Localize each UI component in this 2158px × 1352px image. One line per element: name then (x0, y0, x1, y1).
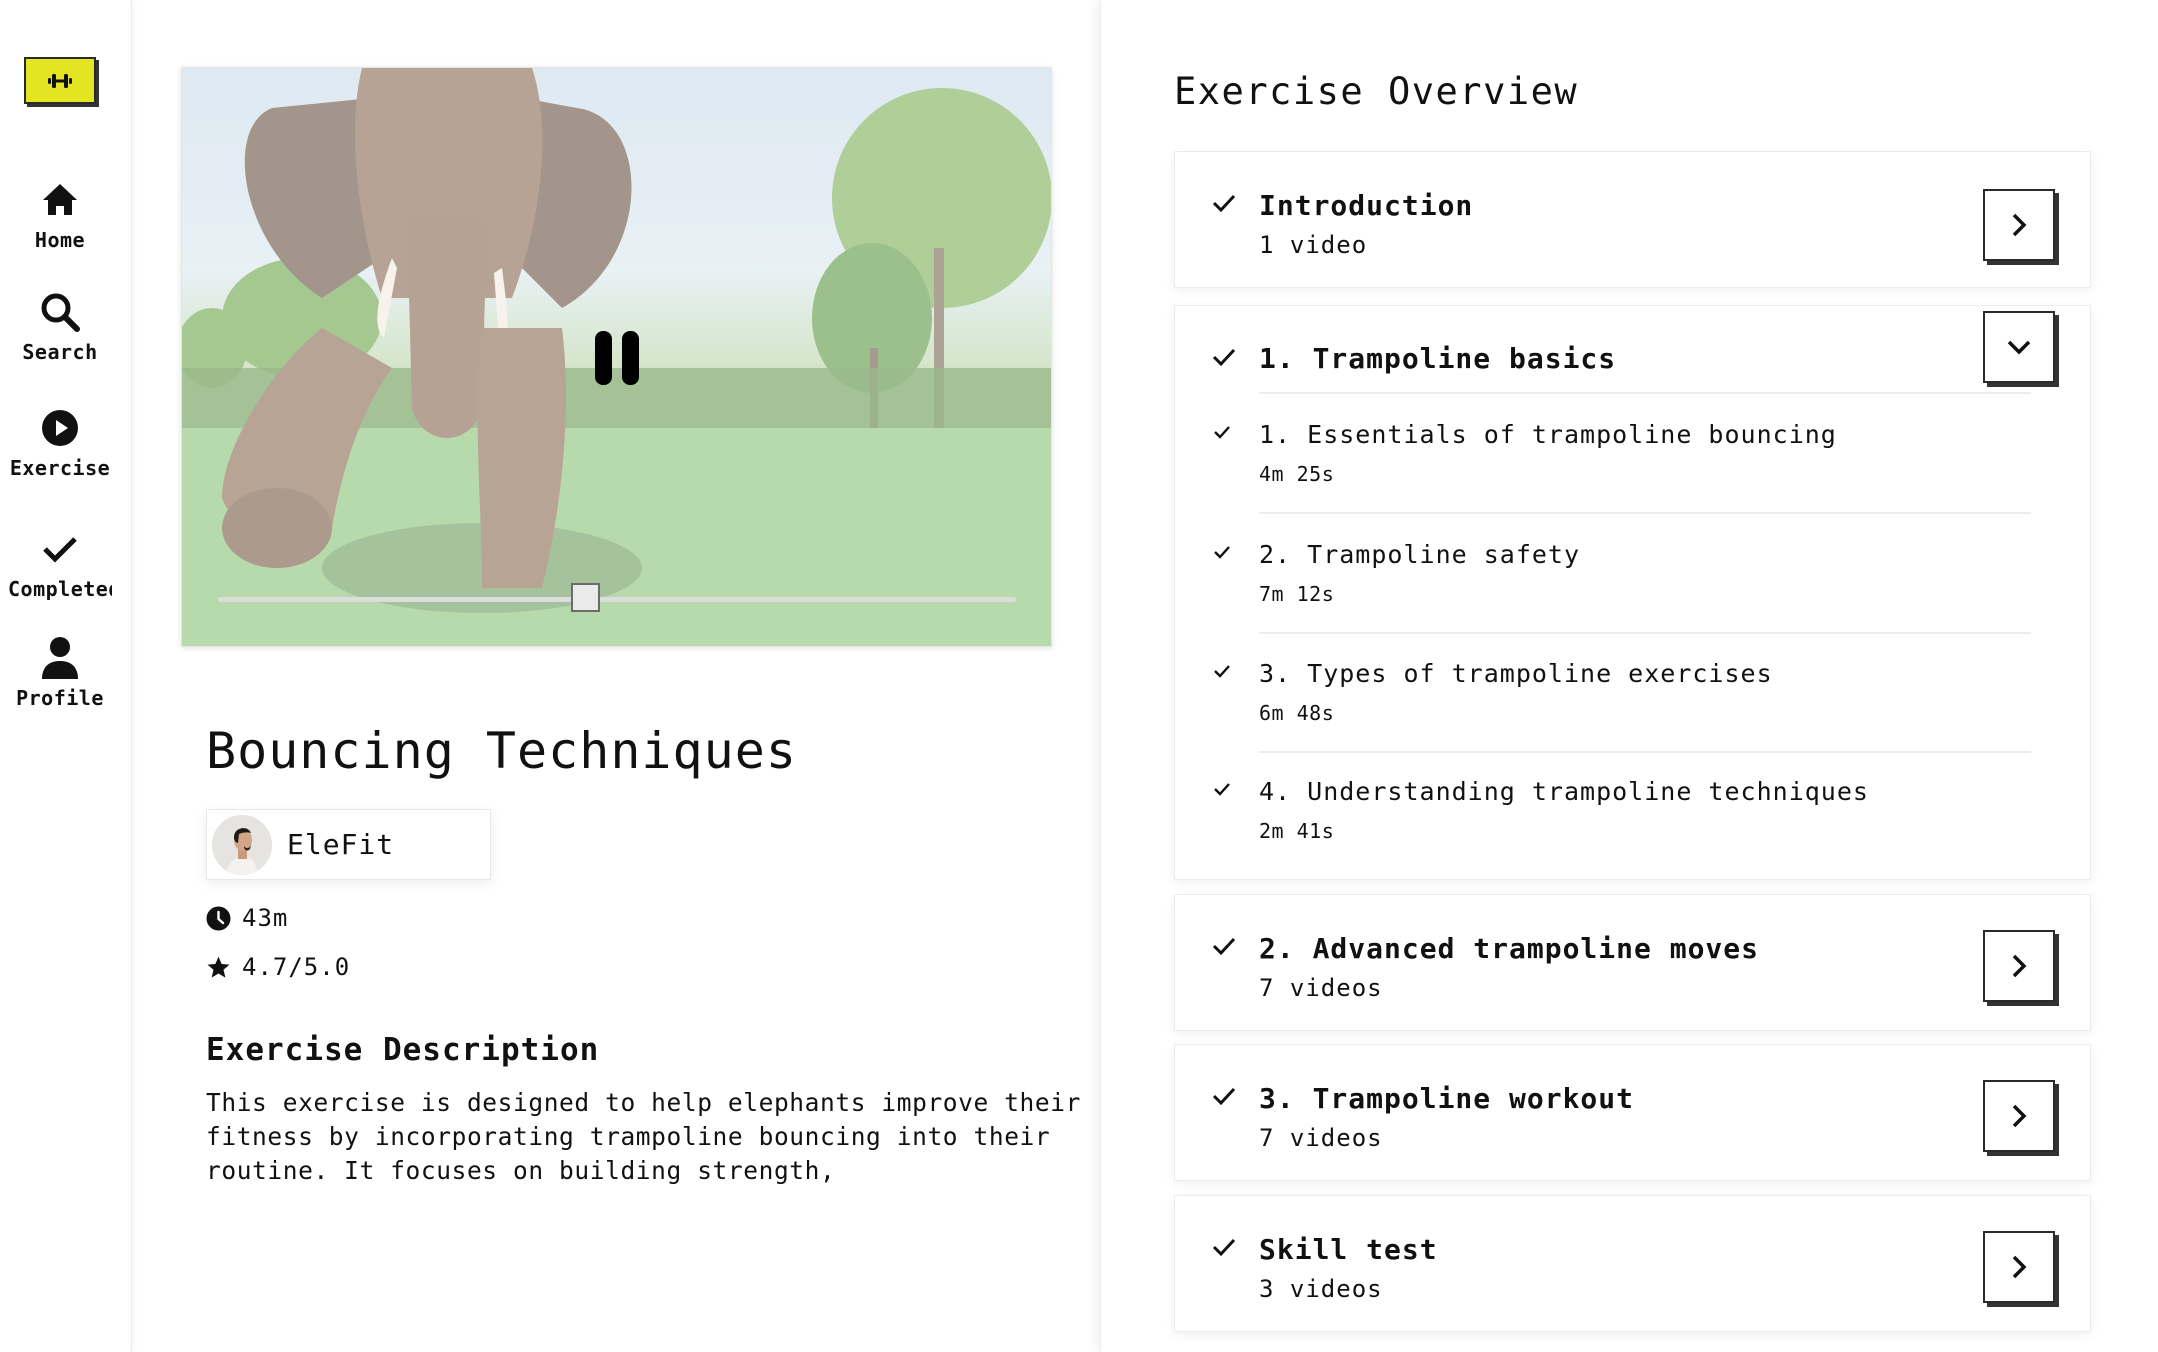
sidebar-item-exercise[interactable]: Exercise (0, 406, 120, 480)
section-card-introduction[interactable]: Introduction 1 video (1174, 151, 2091, 288)
section-subtitle: 1 video (1259, 231, 1368, 259)
check-icon (1212, 937, 1236, 956)
duration-text: 43m (242, 904, 289, 932)
lesson-title: 2. Trampoline safety (1259, 540, 1581, 569)
sidebar-item-label: Search (22, 340, 98, 364)
lesson-item[interactable]: 3. Types of trampoline exercises 6m 48s (1175, 659, 2090, 778)
sidebar: Home Search Exercise Completed Profile (0, 0, 132, 1352)
section-subtitle: 3 videos (1259, 1275, 1383, 1303)
rating-row: 4.7/5.0 (206, 953, 350, 981)
check-icon (1214, 426, 1230, 439)
logo-button[interactable] (24, 57, 96, 104)
check-icon (38, 527, 82, 571)
pause-icon (595, 331, 612, 385)
seek-slider-thumb[interactable] (570, 583, 600, 612)
chevron-right-icon (2012, 1255, 2027, 1279)
video-seek-slider[interactable] (218, 583, 1016, 612)
divider (1259, 632, 2031, 634)
expand-section-button[interactable] (1983, 189, 2055, 261)
dumbbell-icon (48, 73, 72, 88)
sidebar-item-label: Exercise (9, 456, 111, 480)
exercise-overview-panel: Exercise Overview Introduction 1 video 1… (1100, 0, 2158, 1352)
sidebar-item-label: Completed (8, 577, 112, 601)
check-icon (1214, 783, 1230, 796)
check-icon (1212, 1238, 1236, 1257)
section-subtitle: 7 videos (1259, 974, 1383, 1002)
expand-section-button[interactable] (1983, 1080, 2055, 1152)
section-title: 2. Advanced trampoline moves (1259, 932, 1760, 965)
pause-button[interactable] (593, 331, 641, 387)
sidebar-item-profile[interactable]: Profile (0, 636, 120, 710)
lesson-duration: 2m 41s (1259, 819, 1335, 843)
check-icon (1214, 546, 1230, 559)
sidebar-item-label: Profile (16, 686, 104, 710)
home-icon (38, 178, 82, 222)
expand-section-button[interactable] (1983, 930, 2055, 1002)
lesson-item[interactable]: 1. Essentials of trampoline bouncing 4m … (1175, 420, 2090, 539)
section-title: 3. Trampoline workout (1259, 1082, 1635, 1115)
sidebar-item-completed[interactable]: Completed (0, 527, 120, 601)
sidebar-item-label: Home (34, 228, 86, 252)
person-icon (38, 636, 82, 680)
lesson-duration: 6m 48s (1259, 701, 1335, 725)
lesson-title: 4. Understanding trampoline techniques (1259, 777, 1869, 806)
lesson-title: 3. Types of trampoline exercises (1259, 659, 1773, 688)
collapse-section-button[interactable] (1983, 311, 2055, 383)
expand-section-button[interactable] (1983, 1231, 2055, 1303)
exercise-detail-panel: Bouncing Techniques EleFit 43m 4.7/5.0 E… (132, 0, 1100, 1352)
check-icon (1214, 665, 1230, 678)
video-player[interactable] (181, 67, 1052, 647)
section-card-trampoline-basics: 1. Trampoline basics 1. Essentials of tr… (1174, 305, 2091, 880)
divider (1259, 512, 2031, 514)
lesson-item[interactable]: 4. Understanding trampoline techniques 2… (1175, 777, 2090, 896)
description-heading: Exercise Description (206, 1032, 600, 1068)
section-subtitle: 7 videos (1259, 1124, 1383, 1152)
check-icon (1212, 1087, 1236, 1106)
author-name: EleFit (287, 828, 395, 861)
avatar (212, 814, 272, 875)
lesson-duration: 7m 12s (1259, 582, 1335, 606)
section-title: Skill test (1259, 1233, 1438, 1266)
section-title: Introduction (1259, 189, 1474, 222)
search-icon (38, 290, 82, 334)
chevron-right-icon (2012, 213, 2027, 237)
star-icon (207, 956, 230, 978)
sidebar-item-home[interactable]: Home (0, 178, 120, 252)
check-icon (1212, 348, 1236, 367)
divider (1259, 392, 2031, 394)
check-icon (1212, 194, 1236, 213)
section-card-skill-test[interactable]: Skill test 3 videos (1174, 1195, 2091, 1332)
lesson-title: 1. Essentials of trampoline bouncing (1259, 420, 1837, 449)
exercise-title: Bouncing Techniques (206, 722, 797, 780)
pause-icon (622, 331, 639, 385)
overview-title: Exercise Overview (1174, 70, 1579, 113)
sidebar-item-search[interactable]: Search (0, 290, 120, 364)
lesson-duration: 4m 25s (1259, 462, 1335, 486)
chevron-down-icon (2007, 340, 2031, 355)
divider (1259, 751, 2031, 753)
chevron-right-icon (2012, 1104, 2027, 1128)
lesson-item[interactable]: 2. Trampoline safety 7m 12s (1175, 540, 2090, 659)
description-text: This exercise is designed to help elepha… (206, 1088, 1081, 1185)
section-card-trampoline-workout[interactable]: 3. Trampoline workout 7 videos (1174, 1044, 2091, 1181)
duration-row: 43m (206, 904, 288, 932)
play-circle-icon (38, 406, 82, 450)
clock-icon (206, 906, 231, 930)
section-title: 1. Trampoline basics (1259, 342, 1617, 375)
author-chip[interactable]: EleFit (206, 809, 491, 880)
rating-text: 4.7/5.0 (242, 953, 351, 981)
chevron-right-icon (2012, 954, 2027, 978)
section-card-advanced-moves[interactable]: 2. Advanced trampoline moves 7 videos (1174, 894, 2091, 1031)
